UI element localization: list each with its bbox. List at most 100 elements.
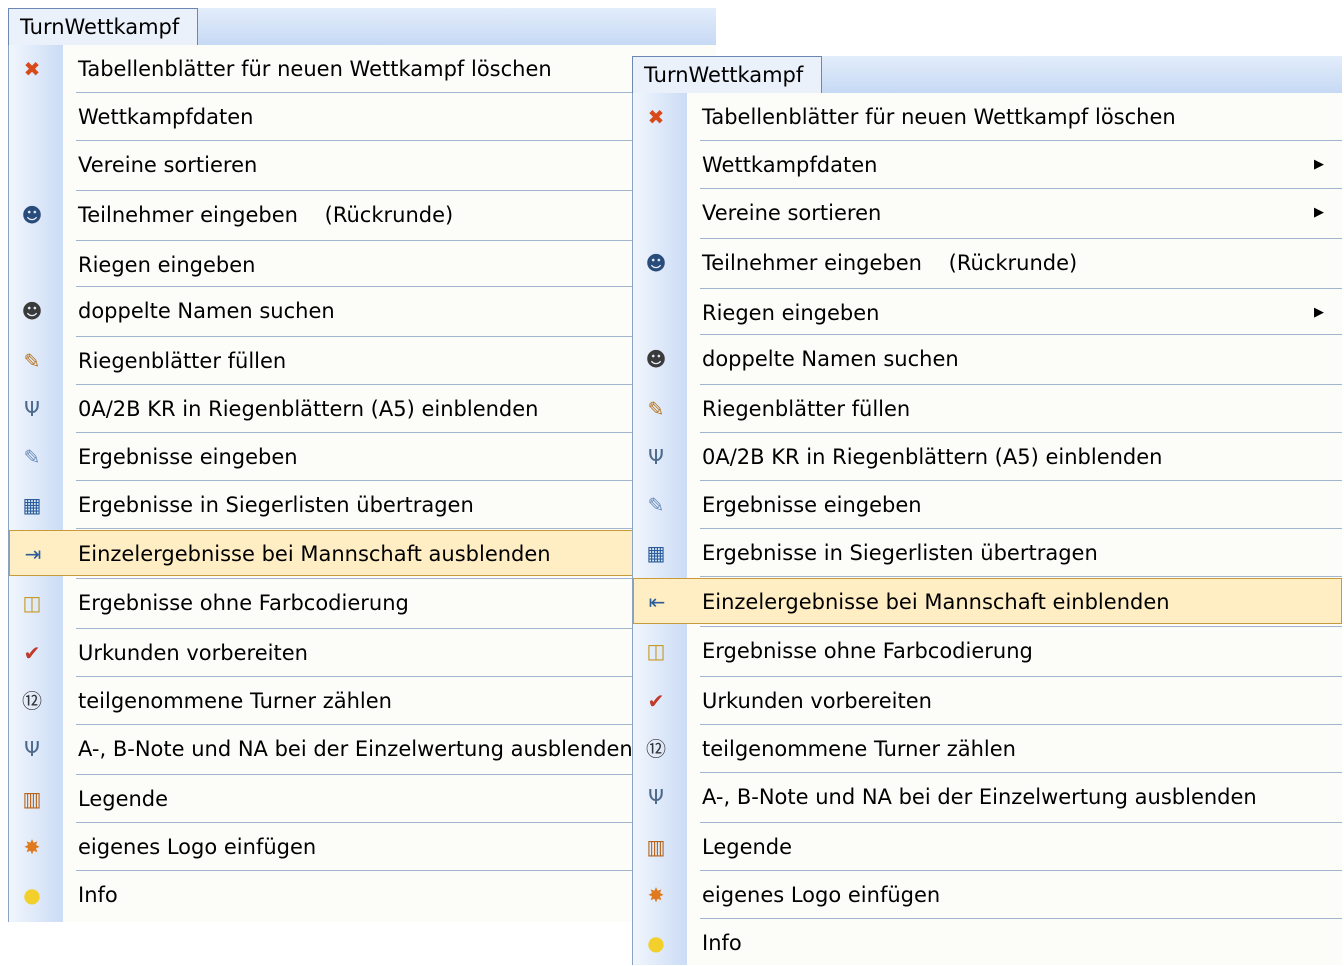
- menu-item-eigenes-logo-einfügen[interactable]: ✸ eigenes Logo einfügen: [9, 824, 716, 870]
- fill-sheets-icon: ✎: [23, 349, 41, 373]
- menu-separator: [76, 628, 716, 629]
- menu-item-label: teilgenommene Turner zählen: [702, 737, 1016, 761]
- menu-item-label: Teilnehmer eingeben (Rückrunde): [78, 203, 454, 227]
- menu-item-wettkampfdaten[interactable]: Wettkampfdaten: [9, 94, 716, 140]
- menu-item-a-b-note-und-na-bei-der-einzelwertung-ausblenden[interactable]: Ψ A-, B-Note und NA bei der Einzelwertung…: [633, 774, 1342, 820]
- menu-separator: [700, 724, 1342, 725]
- menu-item-a-b-note-und-na-bei-der-einzelwertung-ausblenden[interactable]: Ψ A-, B-Note und NA bei der Einzelwertung…: [9, 726, 716, 772]
- menu-item-riegenblätter-füllen[interactable]: ✎ Riegenblätter füllen: [9, 338, 716, 384]
- calendar-icon: ⑫: [646, 737, 666, 761]
- table-icon: ▦: [22, 493, 42, 517]
- menu-item-label: Einzelergebnisse bei Mannschaft ausblend…: [78, 542, 551, 566]
- menu-item-label: Urkunden vorbereiten: [78, 641, 308, 665]
- menu-item-label: Riegen eingeben: [702, 301, 880, 325]
- menu-item-label: Riegenblätter füllen: [702, 397, 911, 421]
- fox-logo-icon: ✸: [647, 883, 665, 907]
- submenu-arrow-icon: ▶: [1314, 205, 1324, 220]
- menu-item-eigenes-logo-einfügen[interactable]: ✸ eigenes Logo einfügen: [633, 872, 1342, 918]
- arrow-in-icon: ⇤: [648, 590, 666, 614]
- menu-item-teilnehmer-eingeben-rückrunde[interactable]: ☻ Teilnehmer eingeben (Rückrunde): [633, 240, 1342, 286]
- menu-item-label: Info: [702, 931, 742, 955]
- menu-title-turnwettkampf[interactable]: TurnWettkampf: [632, 56, 823, 93]
- menu-item-teilgenommene-turner-zählen[interactable]: ⑫ teilgenommene Turner zählen: [633, 726, 1342, 772]
- books-icon: ▥: [646, 835, 666, 859]
- menu-item-legende[interactable]: ▥ Legende: [633, 824, 1342, 870]
- fill-sheets-icon: ✎: [647, 397, 665, 421]
- menu-item-riegenblätter-füllen[interactable]: ✎ Riegenblätter füllen: [633, 386, 1342, 432]
- menu-item-label: doppelte Namen suchen: [702, 347, 959, 371]
- menu-item-doppelte-namen-suchen[interactable]: ☻ doppelte Namen suchen: [9, 288, 716, 334]
- menu-bar: TurnWettkampf: [8, 8, 716, 45]
- menu-item-0a-2b-kr-in-riegenblättern-a5-einblenden[interactable]: Ψ 0A/2B KR in Riegenblättern (A5) einblen…: [9, 386, 716, 432]
- menu-item-riegen-eingeben[interactable]: Riegen eingeben ▶: [633, 290, 1342, 336]
- menu-item-label: Legende: [702, 835, 793, 859]
- fox-logo-icon: ✸: [23, 835, 41, 859]
- menu-item-einzelergebnisse-bei-mannschaft-einblenden[interactable]: ⇤ Einzelergebnisse bei Mannschaft einblen…: [633, 578, 1342, 624]
- participants-icon: ☻: [21, 203, 43, 227]
- tuning-fork-icon: Ψ: [24, 737, 40, 761]
- menu-separator: [76, 822, 716, 823]
- menu-item-teilgenommene-turner-zählen[interactable]: ⑫ teilgenommene Turner zählen: [9, 678, 716, 724]
- menu-item-teilnehmer-eingeben-rückrunde[interactable]: ☻ Teilnehmer eingeben (Rückrunde): [9, 192, 716, 238]
- menu-item-ergebnisse-eingeben[interactable]: ✎ Ergebnisse eingeben: [9, 434, 716, 480]
- lightbulb-icon: ●: [23, 883, 41, 907]
- menu-item-ergebnisse-eingeben[interactable]: ✎ Ergebnisse eingeben: [633, 482, 1342, 528]
- delete-sheets-icon: ✖: [23, 57, 41, 81]
- menu-item-vereine-sortieren[interactable]: Vereine sortieren ▶: [633, 190, 1342, 236]
- left-menu-panel: TurnWettkampf ✖ Tabellenblätter für neuen…: [8, 8, 716, 922]
- no-color-icon: ◫: [646, 639, 666, 663]
- menu-separator: [700, 822, 1342, 823]
- menu-item-doppelte-namen-suchen[interactable]: ☻ doppelte Namen suchen: [633, 336, 1342, 382]
- menu-item-einzelergebnisse-bei-mannschaft-ausblenden[interactable]: ⇥ Einzelergebnisse bei Mannschaft ausblen…: [9, 530, 716, 576]
- menu-item-label: Tabellenblätter für neuen Wettkampf lösc…: [78, 57, 552, 81]
- menu-separator: [700, 188, 1342, 189]
- certificate-icon: ✔: [647, 689, 665, 713]
- menu-separator: [700, 384, 1342, 385]
- menu-separator: [700, 918, 1342, 919]
- menu-separator: [76, 92, 716, 93]
- menu-separator: [76, 190, 716, 191]
- menu-item-label: A-, B-Note und NA bei der Einzelwertung …: [78, 737, 633, 761]
- books-icon: ▥: [22, 787, 42, 811]
- menu-separator: [700, 480, 1342, 481]
- menu-item-urkunden-vorbereiten[interactable]: ✔ Urkunden vorbereiten: [9, 630, 716, 676]
- menu-separator: [76, 870, 716, 871]
- menu-separator: [76, 432, 716, 433]
- menu-item-urkunden-vorbereiten[interactable]: ✔ Urkunden vorbereiten: [633, 678, 1342, 724]
- menu-item-0a-2b-kr-in-riegenblättern-a5-einblenden[interactable]: Ψ 0A/2B KR in Riegenblättern (A5) einblen…: [633, 434, 1342, 480]
- table-icon: ▦: [646, 541, 666, 565]
- menu-title-turnwettkampf[interactable]: TurnWettkampf: [8, 8, 199, 45]
- submenu-arrow-icon: ▶: [1314, 157, 1324, 172]
- menu-item-ergebnisse-ohne-farbcodierung[interactable]: ◫ Ergebnisse ohne Farbcodierung: [633, 628, 1342, 674]
- menu-item-tabellenblätter-für-neuen-wettkampf-löschen[interactable]: ✖ Tabellenblätter für neuen Wettkampf lös…: [633, 94, 1342, 140]
- menu-item-vereine-sortieren[interactable]: Vereine sortieren: [9, 142, 716, 188]
- menu-item-info[interactable]: ● Info: [9, 872, 716, 918]
- menu-item-ergebnisse-in-siegerlisten-übertragen[interactable]: ▦ Ergebnisse in Siegerlisten übertragen: [9, 482, 716, 528]
- edit-results-icon: ✎: [23, 445, 41, 469]
- menu-item-info[interactable]: ● Info: [633, 920, 1342, 966]
- menu-separator: [76, 528, 716, 529]
- menu-separator: [700, 334, 1342, 335]
- lightbulb-icon: ●: [647, 931, 665, 955]
- duplicate-names-icon: ☻: [21, 299, 43, 323]
- menu-item-wettkampfdaten[interactable]: Wettkampfdaten ▶: [633, 142, 1342, 188]
- menu-separator: [76, 480, 716, 481]
- menu-separator: [700, 870, 1342, 871]
- menu-separator: [76, 384, 716, 385]
- menu-separator: [700, 626, 1342, 627]
- menu-item-ergebnisse-ohne-farbcodierung[interactable]: ◫ Ergebnisse ohne Farbcodierung: [9, 580, 716, 626]
- dropdown-menu: ✖ Tabellenblätter für neuen Wettkampf lös…: [8, 45, 716, 922]
- menu-separator: [76, 240, 716, 241]
- menu-item-tabellenblätter-für-neuen-wettkampf-löschen[interactable]: ✖ Tabellenblätter für neuen Wettkampf lös…: [9, 46, 716, 92]
- menu-item-ergebnisse-in-siegerlisten-übertragen[interactable]: ▦ Ergebnisse in Siegerlisten übertragen: [633, 530, 1342, 576]
- menu-item-label: Info: [78, 883, 118, 907]
- menu-item-label: Ergebnisse ohne Farbcodierung: [702, 639, 1033, 663]
- menu-item-riegen-eingeben[interactable]: Riegen eingeben: [9, 242, 716, 288]
- no-color-icon: ◫: [22, 591, 42, 615]
- menu-item-label: teilgenommene Turner zählen: [78, 689, 392, 713]
- submenu-arrow-icon: ▶: [1314, 305, 1324, 320]
- menu-item-label: 0A/2B KR in Riegenblättern (A5) einblend…: [78, 397, 539, 421]
- menu-separator: [700, 238, 1342, 239]
- menu-item-label: Vereine sortieren: [78, 153, 258, 177]
- menu-item-legende[interactable]: ▥ Legende: [9, 776, 716, 822]
